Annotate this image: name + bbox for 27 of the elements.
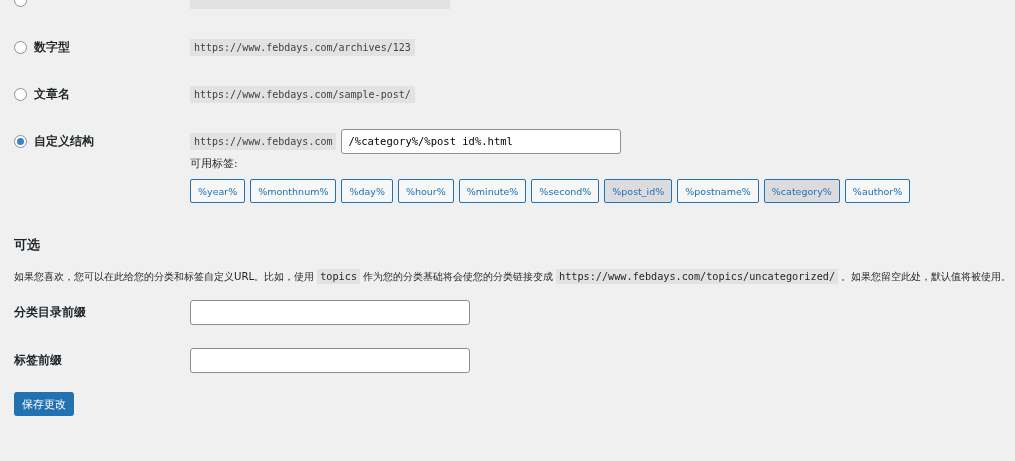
text-field[interactable]: [190, 347, 470, 373]
tag-button[interactable]: %post_id%: [604, 179, 673, 203]
tag-button[interactable]: %author%: [844, 179, 911, 203]
url-example: https://www.febdays.com/archives/123: [190, 39, 415, 56]
tag-button[interactable]: %year%: [190, 179, 246, 203]
radio-button[interactable]: [14, 88, 27, 101]
radio-button[interactable]: [14, 41, 27, 54]
field-label: 标签前缀: [14, 352, 62, 368]
tag-button[interactable]: %postname%: [677, 179, 759, 203]
option-label: 自定义结构: [34, 134, 94, 149]
structure-input[interactable]: /%category%/%post_id%.html: [341, 129, 622, 154]
tags-label: 可用标签:: [190, 157, 239, 171]
tag-button[interactable]: %second%: [531, 179, 600, 203]
section-heading: 可选: [14, 236, 41, 254]
save-button[interactable]: 保存更改: [14, 392, 74, 416]
url-example: https://www.febdays.com/sample-post/: [190, 86, 415, 103]
field-label: 分类目录前缀: [14, 304, 86, 320]
tag-button[interactable]: %minute%: [458, 179, 527, 203]
tag-button[interactable]: %category%: [763, 179, 840, 203]
text-field[interactable]: [190, 299, 470, 325]
url-prefix: https://www.febdays.com: [190, 133, 337, 150]
option-label: 文章名: [34, 87, 70, 102]
option-label: 数字型: [34, 40, 70, 55]
tag-button[interactable]: %monthnum%: [250, 179, 337, 203]
tag-button[interactable]: %hour%: [397, 179, 454, 203]
radio-button[interactable]: [14, 135, 27, 148]
tag-button[interactable]: %day%: [341, 179, 393, 203]
